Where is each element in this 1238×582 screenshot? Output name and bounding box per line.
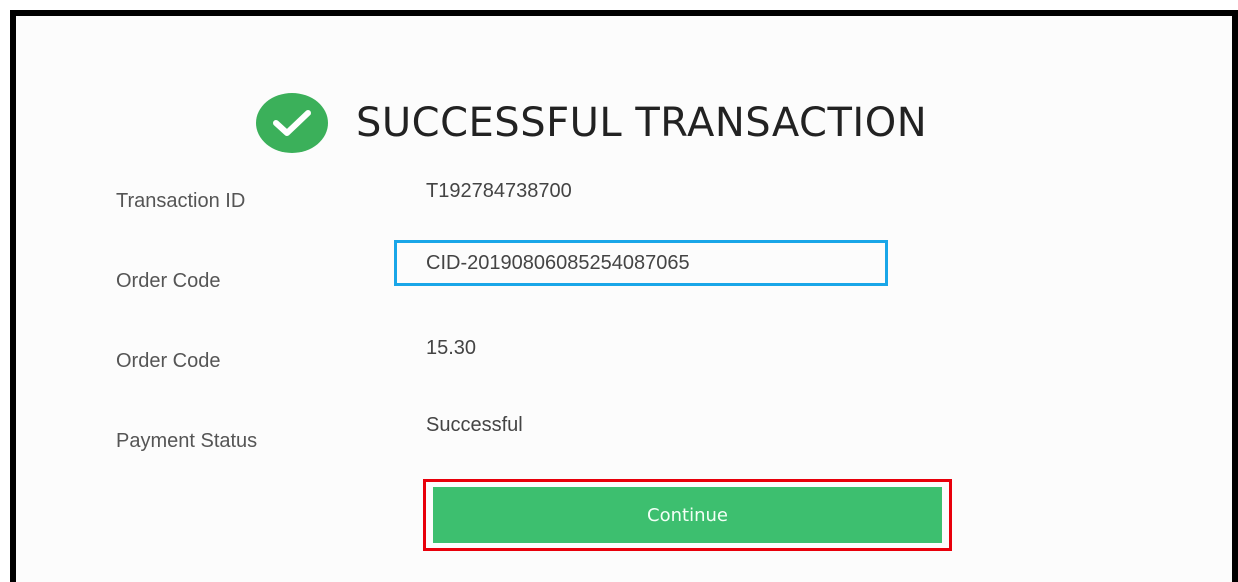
payment-status-label: Payment Status — [116, 430, 258, 452]
order-code-value: CID-20190806085254087065 — [426, 252, 690, 274]
continue-button[interactable]: Continue — [433, 487, 942, 543]
transaction-id-label: Transaction ID — [116, 190, 246, 212]
page-title: SUCCESSFUL TRANSACTION — [356, 100, 928, 146]
continue-button-highlight: Continue — [423, 479, 952, 551]
order-code-label: Order Code — [116, 270, 221, 292]
amount-label: Order Code — [116, 350, 221, 372]
transaction-id-value: T192784738700 — [426, 180, 572, 202]
amount-value: 15.30 — [426, 337, 477, 359]
payment-status-value: Successful — [426, 414, 523, 436]
checkmark-circle-icon — [256, 93, 328, 153]
result-header: SUCCESSFUL TRANSACTION — [256, 88, 927, 158]
transaction-result-panel: SUCCESSFUL TRANSACTION Transaction ID T1… — [10, 10, 1238, 582]
